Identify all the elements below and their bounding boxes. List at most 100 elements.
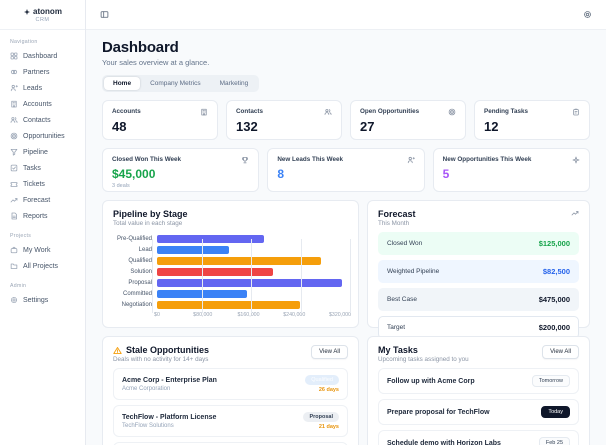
building-icon	[10, 100, 18, 108]
pipeline-subtitle: Total value in each stage	[113, 220, 183, 227]
ticket-icon	[10, 180, 18, 188]
stat-label: Accounts	[112, 108, 141, 115]
page-title: Dashboard	[102, 39, 179, 56]
gridline	[251, 239, 252, 313]
gridline	[350, 239, 351, 313]
sidebar-item-label: Partners	[23, 68, 50, 76]
warning-icon	[113, 346, 122, 355]
sidebar-item-label: Tickets	[23, 180, 45, 188]
sidebar-item-label: Dashboard	[23, 52, 58, 60]
forecast-row-best-case: Best Case $475,000	[378, 288, 579, 311]
funnel-icon	[10, 148, 18, 156]
stale-list: Acme Corp - Enterprise Plan Acme Corporat…	[113, 368, 348, 445]
chart-category-label: Lead	[138, 246, 152, 253]
tab-marketing[interactable]: Marketing	[211, 77, 258, 90]
sidebar-item-forecast[interactable]: Forecast	[0, 192, 85, 208]
forecast-row-value: $125,000	[538, 239, 570, 248]
user-plus-icon	[407, 156, 415, 164]
chart-category-label: Qualified	[128, 257, 152, 264]
sidebar-item-label: Contacts	[23, 116, 51, 124]
week-card-new-opportunities-this-week: New Opportunities This Week 5	[432, 148, 590, 192]
sidebar-item-reports[interactable]: Reports	[0, 208, 85, 224]
task-row[interactable]: Follow up with Acme Corp Tomorrow	[378, 368, 579, 394]
sidebar-item-label: Leads	[23, 84, 43, 92]
dashboard-icon	[10, 52, 18, 60]
tasks-subtitle: Upcoming tasks assigned to you	[378, 356, 469, 363]
target-icon	[448, 108, 456, 116]
leads-icon	[10, 84, 18, 92]
opportunity-name: TechFlow - Platform License	[122, 413, 217, 421]
tab-bar: Home Company Metrics Marketing	[102, 75, 260, 92]
opportunity-company: TechFlow Solutions	[122, 422, 174, 429]
main-area: Dashboard Your sales overview at a glanc…	[86, 0, 606, 445]
gear-icon	[10, 296, 18, 304]
week-card-closed-won-this-week: Closed Won This Week $45,000 3 deals	[102, 148, 260, 192]
sidebar-item-all-projects[interactable]: All Projects	[0, 258, 85, 274]
task-row[interactable]: Schedule demo with Horizon Labs Feb 25	[378, 430, 579, 445]
pipeline-title: Pipeline by Stage	[113, 209, 188, 219]
stage-badge: Proposal	[303, 412, 339, 422]
sidebar-item-contacts[interactable]: Contacts	[0, 112, 85, 128]
page-subtitle: Your sales overview at a glance.	[102, 58, 210, 67]
chart-category-label: Solution	[130, 268, 152, 275]
task-name: Schedule demo with Horizon Labs	[387, 439, 501, 445]
task-row[interactable]: Prepare proposal for TechFlow Today	[378, 399, 579, 425]
week-value: $45,000	[112, 167, 156, 181]
forecast-rows: Closed Won $125,000 Weighted Pipeline $82,5…	[378, 232, 579, 339]
sidebar-item-pipeline[interactable]: Pipeline	[0, 144, 85, 160]
sidebar-item-opportunities[interactable]: Opportunities	[0, 128, 85, 144]
week-value: 8	[277, 167, 285, 181]
sidebar-item-label: Forecast	[23, 196, 51, 204]
week-card-new-leads-this-week: New Leads This Week 8	[267, 148, 425, 192]
stale-opportunities-panel: Stale Opportunities Deals with no activi…	[102, 336, 359, 445]
task-name: Follow up with Acme Corp	[387, 377, 475, 385]
brand-abbr: CRM	[35, 17, 50, 23]
my-tasks-panel: My Tasks Upcoming tasks assigned to you …	[367, 336, 590, 445]
sidebar-item-label: Reports	[23, 212, 48, 220]
briefcase-icon	[10, 246, 18, 254]
sidebar-item-my-work[interactable]: My Work	[0, 242, 85, 258]
tasks-view-all-button[interactable]: View All	[542, 345, 579, 359]
trend-icon	[10, 196, 18, 204]
opportunity-company: Acme Corporation	[122, 385, 171, 392]
stat-value: 48	[112, 119, 127, 134]
building-icon	[200, 108, 208, 116]
sidebar-item-tickets[interactable]: Tickets	[0, 176, 85, 192]
sidebar-item-leads[interactable]: Leads	[0, 80, 85, 96]
panel-toggle-icon[interactable]	[100, 10, 109, 19]
sidebar-item-dashboard[interactable]: Dashboard	[0, 48, 85, 64]
sidebar-nav: Navigation Dashboard Partners Leads Accounts…	[0, 30, 85, 308]
sidebar-item-settings[interactable]: Settings	[0, 292, 85, 308]
week-label: New Leads This Week	[277, 156, 344, 163]
forecast-row-label: Weighted Pipeline	[387, 268, 440, 275]
stale-opportunity-row[interactable]: Acme Corp - Enterprise Plan Acme Corporat…	[113, 368, 348, 400]
folder-icon	[10, 262, 18, 270]
sidebar-item-label: Settings	[23, 296, 49, 304]
pipeline-panel: Pipeline by Stage Total value in each st…	[102, 200, 359, 328]
days-stale: 21 days	[318, 424, 339, 430]
stat-label: Contacts	[236, 108, 263, 115]
stat-card-open-opportunities: Open Opportunities 27	[350, 100, 466, 140]
tasks-title: My Tasks	[378, 345, 418, 355]
stale-view-all-button[interactable]: View All	[311, 345, 348, 359]
sidebar: atonom CRM Navigation Dashboard Partners Le…	[0, 0, 86, 445]
sidebar-item-accounts[interactable]: Accounts	[0, 96, 85, 112]
gear-icon[interactable]	[583, 10, 592, 19]
stale-opportunity-row[interactable]: TechFlow - Platform License TechFlow Solu…	[113, 405, 348, 437]
sidebar-section-label: Admin	[10, 283, 27, 289]
logo-icon	[23, 8, 31, 16]
days-stale: 26 days	[318, 387, 339, 393]
sidebar-item-tasks[interactable]: Tasks	[0, 160, 85, 176]
users-icon	[324, 108, 332, 116]
middle-row: Pipeline by Stage Total value in each st…	[102, 200, 590, 339]
week-value: 5	[442, 167, 450, 181]
sidebar-item-partners[interactable]: Partners	[0, 64, 85, 80]
gridline	[152, 239, 153, 313]
tab-home[interactable]: Home	[104, 77, 141, 90]
stat-value: 132	[236, 119, 258, 134]
forecast-title: Forecast	[378, 209, 416, 219]
task-name: Prepare proposal for TechFlow	[387, 408, 490, 416]
chart-category-label: Pre-Qualified	[116, 235, 152, 242]
stat-card-pending-tasks: Pending Tasks 12	[474, 100, 590, 140]
tab-company-metrics[interactable]: Company Metrics	[141, 77, 210, 90]
